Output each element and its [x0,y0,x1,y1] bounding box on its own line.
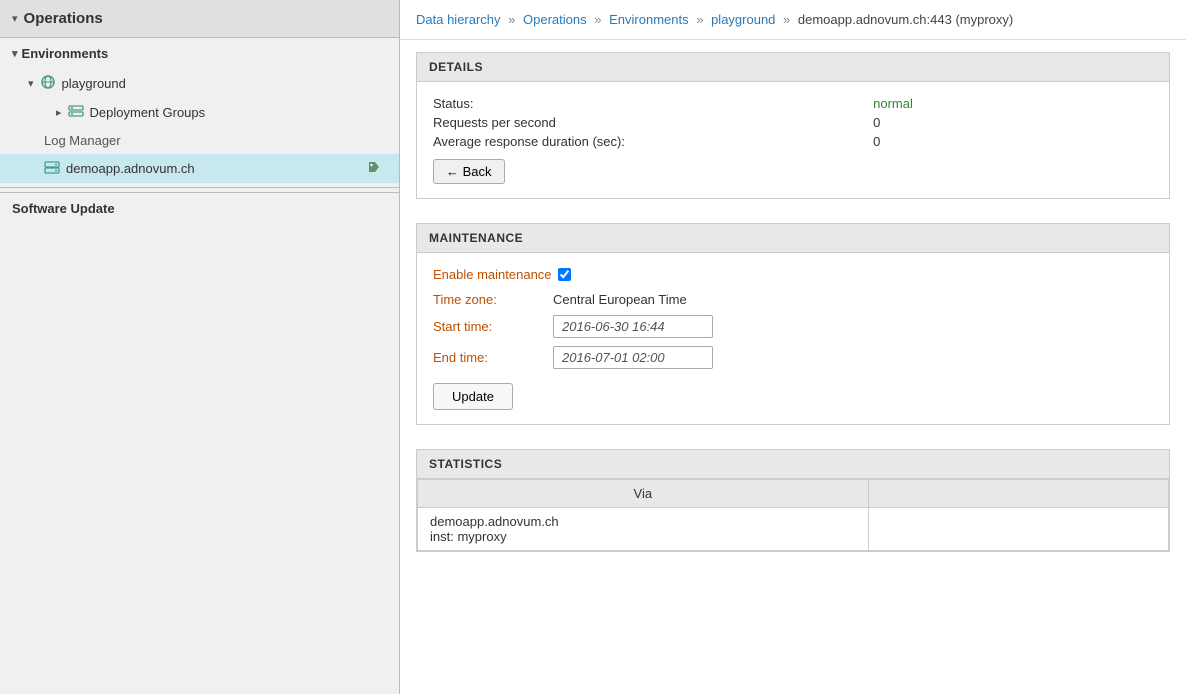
breadcrumb-environments[interactable]: Environments [609,12,688,27]
sidebar-item-log-manager[interactable]: Log Manager [0,127,399,154]
details-section: DETAILS Status: normal Requests per seco… [416,52,1170,199]
start-time-input[interactable] [553,315,713,338]
rps-label: Requests per second [433,115,865,130]
log-manager-label: Log Manager [44,133,121,148]
stats-data-cell [868,508,1168,551]
start-time-row: Start time: [433,315,1153,338]
stats-row: demoapp.adnovum.ch inst: myproxy [418,508,1169,551]
enable-maintenance-label: Enable maintenance [433,267,552,282]
end-time-label: End time: [433,350,553,365]
main-content: Data hierarchy » Operations » Environmen… [400,0,1186,694]
stats-col-via: Via [418,480,869,508]
statistics-section-body: Via demoapp.adnovum.ch inst: myproxy [417,479,1169,551]
breadcrumb-sep-4: » [783,12,790,27]
sidebar-item-deployment-groups[interactable]: ▸ Deployment Groups [0,98,399,127]
update-button[interactable]: Update [433,383,513,410]
maintenance-section: MAINTENANCE Enable maintenance Time zone… [416,223,1170,425]
sidebar: ▾ Operations ▾ Environments ▾ playground… [0,0,400,694]
demoapp-tag-icon [367,160,381,177]
deployment-groups-label: Deployment Groups [90,105,206,120]
playground-label: playground [62,76,126,91]
breadcrumb-sep-1: » [508,12,515,27]
details-grid: Status: normal Requests per second 0 Ave… [433,96,1153,149]
stats-via-cell: demoapp.adnovum.ch inst: myproxy [418,508,869,551]
software-update-label: Software Update [12,201,115,216]
enable-maintenance-row: Enable maintenance [433,267,1153,282]
statistics-section: STATISTICS Via demoapp.adnovum.ch inst: … [416,449,1170,552]
breadcrumb-sep-2: » [594,12,601,27]
demoapp-label: demoapp.adnovum.ch [66,161,195,176]
breadcrumb-sep-3: » [696,12,703,27]
rps-value: 0 [873,115,1153,130]
timezone-value: Central European Time [553,292,687,307]
playground-env-icon [40,74,56,93]
status-value: normal [873,96,1153,111]
end-time-input[interactable] [553,346,713,369]
details-section-body: Status: normal Requests per second 0 Ave… [417,82,1169,198]
sidebar-environments-section: ▾ Environments ▾ playground ▸ [0,38,399,183]
statistics-section-header: STATISTICS [417,450,1169,479]
breadcrumb-operations[interactable]: Operations [523,12,587,27]
statistics-table: Via demoapp.adnovum.ch inst: myproxy [417,479,1169,551]
details-section-header: DETAILS [417,53,1169,82]
timezone-row: Time zone: Central European Time [433,292,1153,307]
playground-collapse-arrow: ▾ [28,77,34,90]
sidebar-collapse-arrow[interactable]: ▾ [12,12,18,25]
sidebar-environments-header[interactable]: ▾ Environments [0,38,399,69]
environments-collapse-arrow: ▾ [12,47,18,60]
enable-maintenance-checkbox[interactable] [558,268,571,281]
stats-via-line2: inst: myproxy [430,529,856,544]
breadcrumb-data-hierarchy[interactable]: Data hierarchy [416,12,501,27]
end-time-row: End time: [433,346,1153,369]
maintenance-section-body: Enable maintenance Time zone: Central Eu… [417,253,1169,424]
stats-col-data [868,480,1168,508]
sidebar-item-playground[interactable]: ▾ playground [0,69,399,98]
sidebar-header[interactable]: ▾ Operations [0,0,399,38]
breadcrumb-current: demoapp.adnovum.ch:443 (myproxy) [798,12,1013,27]
dg-collapse-arrow: ▸ [56,106,62,119]
maintenance-section-header: MAINTENANCE [417,224,1169,253]
breadcrumb: Data hierarchy » Operations » Environmen… [400,0,1186,40]
timezone-label: Time zone: [433,292,553,307]
back-button[interactable]: ← Back [433,159,505,184]
breadcrumb-playground[interactable]: playground [711,12,775,27]
deployment-groups-icon [68,103,84,122]
stats-via-line1: demoapp.adnovum.ch [430,514,856,529]
environments-label: Environments [22,46,109,61]
start-time-label: Start time: [433,319,553,334]
sidebar-title: Operations [24,10,103,27]
avg-response-value: 0 [873,134,1153,149]
sidebar-item-demoapp[interactable]: demoapp.adnovum.ch [0,154,399,183]
status-label: Status: [433,96,865,111]
sidebar-item-software-update[interactable]: Software Update [0,192,399,224]
demoapp-server-icon [44,159,60,178]
avg-response-label: Average response duration (sec): [433,134,865,149]
